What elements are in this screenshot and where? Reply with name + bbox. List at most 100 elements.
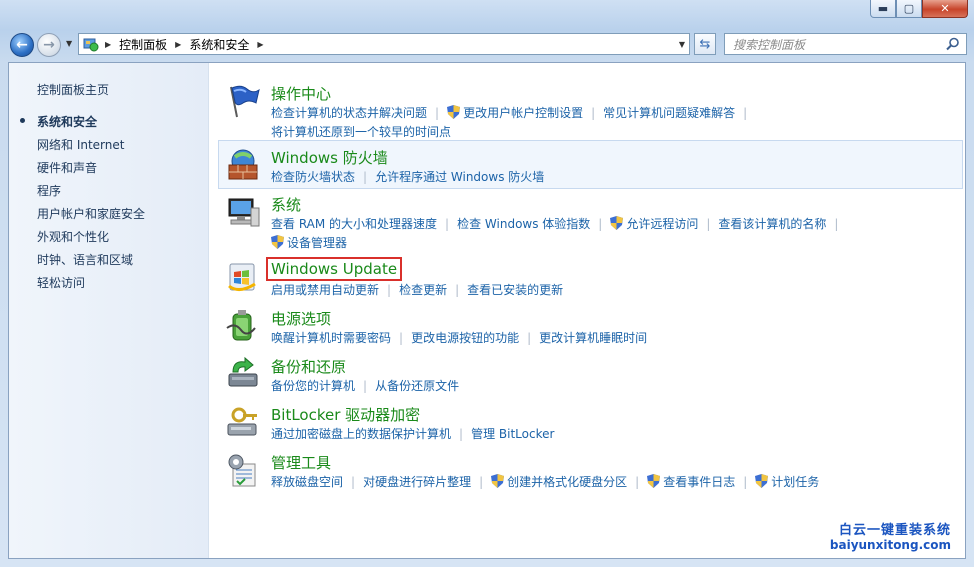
divider: | (743, 475, 748, 489)
category-title[interactable]: Windows Update (265, 257, 403, 281)
uac-shield-icon (271, 235, 284, 249)
category-title[interactable]: 电源选项 (271, 308, 331, 329)
link-sleep-time[interactable]: 更改计算机睡眠时间 (539, 331, 647, 345)
link-device-manager[interactable]: 设备管理器 (287, 236, 347, 250)
link-troubleshoot[interactable]: 常见计算机问题疑难解答 (603, 106, 735, 120)
category-links: 启用或禁用自动更新 | 检查更新 | 查看已安装的更新 (271, 281, 951, 300)
link-restore-files[interactable]: 从备份还原文件 (375, 379, 459, 393)
link-system-restore[interactable]: 将计算机还原到一个较早的时间点 (271, 125, 451, 139)
divider: | (387, 283, 392, 297)
sidebar-item-hardware-sound[interactable]: 硬件和声音 (37, 159, 145, 182)
arrow-left-icon: ← (16, 37, 28, 53)
category-title[interactable]: 备份和还原 (271, 356, 346, 377)
refresh-button[interactable]: ⇆ (694, 33, 716, 55)
control-panel-icon (83, 38, 99, 52)
category-title[interactable]: 系统 (271, 194, 301, 215)
breadcrumb-system-security[interactable]: 系统和安全 (189, 36, 249, 53)
link-partition[interactable]: 创建并格式化硬盘分区 (507, 475, 627, 489)
category-title[interactable]: Windows 防火墙 (271, 147, 388, 168)
address-bar[interactable]: ▶ 控制面板 ▶ 系统和安全 ▶ ▼ (78, 33, 690, 55)
link-check-updates[interactable]: 检查更新 (399, 283, 447, 297)
link-check-status[interactable]: 检查计算机的状态并解决问题 (271, 106, 427, 120)
link-auto-update[interactable]: 启用或禁用自动更新 (271, 283, 379, 297)
sidebar-item-clock-region[interactable]: 时钟、语言和区域 (37, 251, 145, 274)
search-icon[interactable] (946, 37, 960, 51)
admin-tools-icon (228, 454, 256, 487)
sidebar: 控制面板主页 系统和安全 网络和 Internet 硬件和声音 程序 用户帐户和… (9, 63, 209, 558)
breadcrumb-chevron-icon[interactable]: ▶ (257, 40, 263, 49)
maximize-button[interactable]: ▢ (896, 0, 922, 18)
divider: | (598, 217, 603, 231)
recent-pages-dropdown[interactable]: ▼ (66, 39, 72, 48)
link-wake-password[interactable]: 唤醒计算机时需要密码 (271, 331, 391, 345)
watermark: 白云一键重装系统 baiyunxitong.com (830, 519, 951, 552)
search-placeholder: 搜索控制面板 (733, 37, 806, 52)
link-task-scheduler[interactable]: 计划任务 (771, 475, 819, 489)
sidebar-item-ease-of-access[interactable]: 轻松访问 (37, 274, 145, 297)
link-change-uac[interactable]: 更改用户帐户控制设置 (463, 106, 583, 120)
breadcrumb-chevron-icon: ▶ (105, 39, 112, 49)
caption-buttons: ▬ ▢ ✕ (870, 0, 968, 18)
category-title[interactable]: 管理工具 (271, 452, 331, 473)
divider: | (399, 331, 404, 345)
minimize-button[interactable]: ▬ (870, 0, 896, 18)
category-links: 释放磁盘空间 | 对硬盘进行碎片整理 | 创建并格式化硬盘分区 | 查看事件日志 | 计划任务 (271, 473, 951, 492)
divider: | (435, 106, 440, 120)
battery-icon (226, 310, 256, 341)
breadcrumb: 控制面板 ▶ 系统和安全 ▶ (119, 36, 271, 53)
category-title[interactable]: 操作中心 (271, 83, 331, 104)
control-panel-window: ▬ ▢ ✕ ← → ▼ ▶ 控制面板 ▶ 系统和安全 ▶ ▼ ⇆ 搜索控制面板 (0, 0, 974, 567)
refresh-icon: ⇆ (699, 36, 711, 52)
sidebar-item-programs[interactable]: 程序 (37, 182, 145, 205)
bitlocker-icon (227, 407, 257, 436)
sidebar-item-appearance[interactable]: 外观和个性化 (37, 228, 145, 251)
sidebar-home-link[interactable]: 控制面板主页 (37, 81, 109, 98)
divider: | (445, 217, 450, 231)
category-title[interactable]: BitLocker 驱动器加密 (271, 404, 420, 425)
close-button[interactable]: ✕ (922, 0, 968, 18)
divider: | (363, 379, 368, 393)
link-experience-index[interactable]: 检查 Windows 体验指数 (457, 217, 590, 231)
uac-shield-icon (755, 474, 769, 488)
link-backup-computer[interactable]: 备份您的计算机 (271, 379, 355, 393)
navigation-bar: ← → ▼ ▶ 控制面板 ▶ 系统和安全 ▶ ▼ ⇆ 搜索控制面板 (8, 32, 967, 58)
computer-icon (228, 198, 260, 227)
sidebar-item-system-security[interactable]: 系统和安全 (19, 113, 145, 136)
category-admin-tools: 管理工具 释放磁盘空间 | 对硬盘进行碎片整理 | 创建并格式化硬盘分区 | 查看事件日志 |… (219, 446, 959, 494)
link-manage-bitlocker[interactable]: 管理 BitLocker (471, 427, 554, 441)
divider: | (527, 331, 532, 345)
link-defragment[interactable]: 对硬盘进行碎片整理 (363, 475, 471, 489)
link-remote-access[interactable]: 允许远程访问 (626, 217, 698, 231)
category-system: 系统 查看 RAM 的大小和处理器速度 | 检查 Windows 体验指数 | 允许远程… (219, 188, 959, 254)
back-button[interactable]: ← (10, 33, 34, 57)
search-input[interactable]: 搜索控制面板 (724, 33, 967, 55)
content-frame: 控制面板主页 系统和安全 网络和 Internet 硬件和声音 程序 用户帐户和… (8, 62, 966, 559)
chevron-down-icon: ▼ (66, 39, 73, 48)
link-view-ram[interactable]: 查看 RAM 的大小和处理器速度 (271, 217, 437, 231)
divider: | (455, 283, 460, 297)
watermark-title: 白云一键重装系统 (838, 523, 951, 538)
link-disk-cleanup[interactable]: 释放磁盘空间 (271, 475, 343, 489)
category-power-options: 电源选项 唤醒计算机时需要密码 | 更改电源按钮的功能 | 更改计算机睡眠时间 (219, 302, 959, 350)
link-computer-name[interactable]: 查看该计算机的名称 (718, 217, 826, 231)
uac-shield-icon (610, 216, 624, 230)
sidebar-item-user-accounts[interactable]: 用户帐户和家庭安全 (37, 205, 145, 228)
divider: | (635, 475, 640, 489)
divider: | (479, 475, 484, 489)
uac-shield-icon (447, 105, 461, 119)
address-dropdown-icon[interactable]: ▼ (679, 40, 685, 49)
divider: | (459, 427, 464, 441)
sidebar-item-network[interactable]: 网络和 Internet (37, 136, 145, 159)
link-encrypt-data[interactable]: 通过加密磁盘上的数据保护计算机 (271, 427, 451, 441)
link-power-button[interactable]: 更改电源按钮的功能 (411, 331, 519, 345)
forward-button[interactable]: → (37, 33, 61, 57)
breadcrumb-control-panel[interactable]: 控制面板 (119, 36, 167, 53)
link-allow-program[interactable]: 允许程序通过 Windows 防火墙 (375, 170, 544, 184)
breadcrumb-chevron-icon[interactable]: ▶ (175, 40, 181, 49)
category-links: 备份您的计算机 | 从备份还原文件 (271, 377, 951, 396)
link-installed-updates[interactable]: 查看已安装的更新 (467, 283, 563, 297)
uac-shield-icon (491, 474, 505, 488)
divider: | (706, 217, 711, 231)
link-event-log[interactable]: 查看事件日志 (663, 475, 735, 489)
link-firewall-status[interactable]: 检查防火墙状态 (271, 170, 355, 184)
